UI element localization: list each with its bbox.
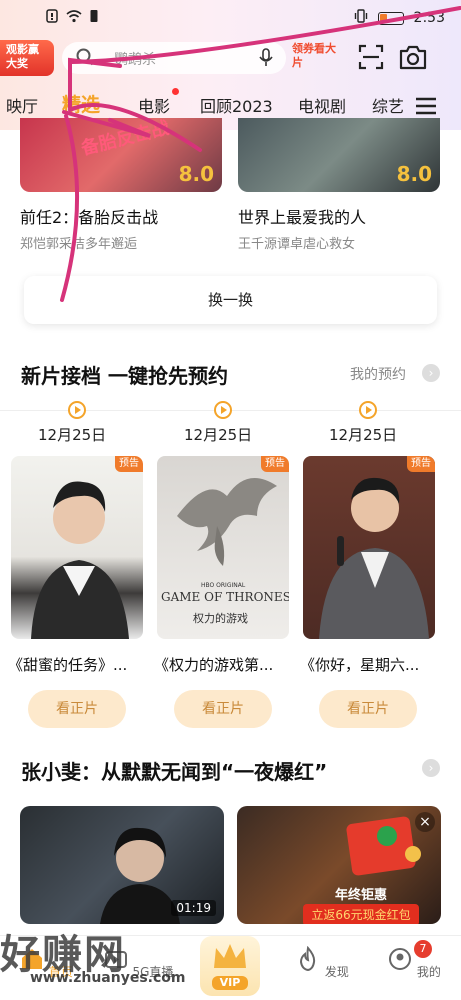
featured-subtitle: 郑恺郭采洁多年邂逅 — [20, 237, 138, 252]
movie-name[interactable]: 《权力的游戏第... — [154, 654, 299, 675]
movie-poster[interactable]: HBO ORIGINAL GAME OF THRONES 权力的游戏 预告 — [157, 456, 289, 639]
status-bar: 2:53 — [0, 0, 461, 34]
status-time: 2:53 — [413, 10, 445, 26]
release-date: 12月25日 — [184, 426, 253, 444]
chevron-right-icon[interactable]: › — [422, 759, 440, 777]
crown-icon — [214, 944, 246, 968]
flame-icon — [300, 945, 316, 972]
release-date: 12月25日 — [329, 426, 398, 444]
vibrate-icon — [354, 9, 368, 27]
search-placeholder: 鹦鹉杀 — [114, 52, 156, 68]
release-date: 12月25日 — [38, 426, 107, 444]
video-duration: 01:19 — [171, 900, 216, 916]
score-badge: 8.0 — [178, 162, 214, 186]
search-icon — [76, 48, 94, 66]
section-title: 张小斐：从默默无闻到“一夜爆红” — [21, 760, 328, 784]
featured-card[interactable]: 8.0 — [238, 118, 440, 192]
play-icon — [68, 401, 86, 419]
wifi-icon — [66, 9, 82, 27]
promo-badge[interactable]: 观影赢大奖 — [0, 40, 54, 76]
poster-subtitle: 权力的游戏 — [193, 612, 248, 625]
featured-subtitle: 王千源谭卓虐心救女 — [238, 237, 356, 252]
poster-caption: GAME OF THRONES — [161, 590, 289, 604]
video-card[interactable]: 01:19 — [20, 806, 224, 924]
refresh-button[interactable]: 换一换 — [24, 276, 437, 324]
play-icon — [214, 401, 232, 419]
watch-full-button[interactable]: 看正片 — [319, 690, 417, 728]
nav-label: 发现 — [324, 965, 349, 979]
scan-icon[interactable] — [358, 44, 384, 70]
menu-icon[interactable] — [414, 96, 438, 116]
featured-card[interactable]: 备胎反击战 8.0 — [20, 118, 222, 192]
tab-featured[interactable]: 精选 — [62, 90, 100, 117]
sim-icon — [90, 9, 98, 27]
watch-full-button[interactable]: 看正片 — [174, 690, 272, 728]
tab-notification-dot — [172, 88, 179, 95]
preview-badge: 预告 — [115, 456, 143, 472]
tab-review-2023[interactable]: 回顾2023 — [200, 93, 273, 117]
vip-coupon-promo[interactable]: 领券看大片 — [292, 42, 342, 74]
search-input[interactable]: 鹦鹉杀 — [62, 42, 286, 74]
tab-variety[interactable]: 综艺 — [372, 93, 404, 117]
person-illustration — [31, 481, 129, 639]
notification-badge: 7 — [414, 940, 432, 958]
featured-title[interactable]: 前任2：备胎反击战 — [20, 204, 158, 228]
poster-brand: HBO ORIGINAL — [201, 582, 246, 589]
section-title: 新片接档 一键抢先预约 — [21, 364, 228, 388]
category-tabs: 映厅 精选 电影 回顾2023 电视剧 综艺 — [0, 88, 461, 122]
nav-vip[interactable]: VIP — [200, 936, 260, 996]
poster-text: 备胎反击战 — [79, 118, 172, 160]
tab-movies[interactable]: 电影 — [138, 93, 170, 117]
featured-title[interactable]: 世界上最爱我的人 — [238, 204, 366, 228]
watermark-url: www.zhuanyes.com — [30, 970, 186, 986]
notification-icon — [46, 9, 58, 27]
nav-label: VIP — [212, 976, 248, 990]
watch-full-button[interactable]: 看正片 — [28, 690, 126, 728]
chevron-right-icon[interactable]: › — [422, 364, 440, 382]
my-reservations-link[interactable]: 我的预约 — [350, 364, 406, 384]
score-badge: 8.0 — [396, 162, 432, 186]
movie-poster[interactable]: 预告 — [303, 456, 435, 639]
play-icon — [359, 401, 377, 419]
close-icon[interactable]: × — [415, 812, 435, 832]
camera-icon[interactable] — [398, 43, 428, 71]
ad-card[interactable]: × 年终钜惠 立返66元现金红包 — [237, 806, 441, 924]
preview-badge: 预告 — [261, 456, 289, 472]
person-illustration — [319, 477, 429, 639]
profile-icon — [389, 948, 412, 970]
microphone-icon[interactable] — [258, 48, 274, 68]
nav-label: 我的 — [416, 965, 441, 979]
movie-name[interactable]: 《甜蜜的任务》... — [8, 654, 153, 675]
movie-poster[interactable]: 预告 — [11, 456, 143, 639]
ad-promo-text: 立返66元现金红包 — [303, 904, 419, 924]
ad-title: 年终钜惠 — [334, 888, 387, 903]
battery-icon — [377, 11, 404, 25]
movie-name[interactable]: 《你好，星期六... — [300, 654, 445, 675]
preview-badge: 预告 — [407, 456, 435, 472]
nav-discover[interactable]: 发现 — [284, 945, 360, 980]
tab-cinema[interactable]: 映厅 — [6, 93, 38, 117]
tab-tv-series[interactable]: 电视剧 — [298, 93, 346, 117]
